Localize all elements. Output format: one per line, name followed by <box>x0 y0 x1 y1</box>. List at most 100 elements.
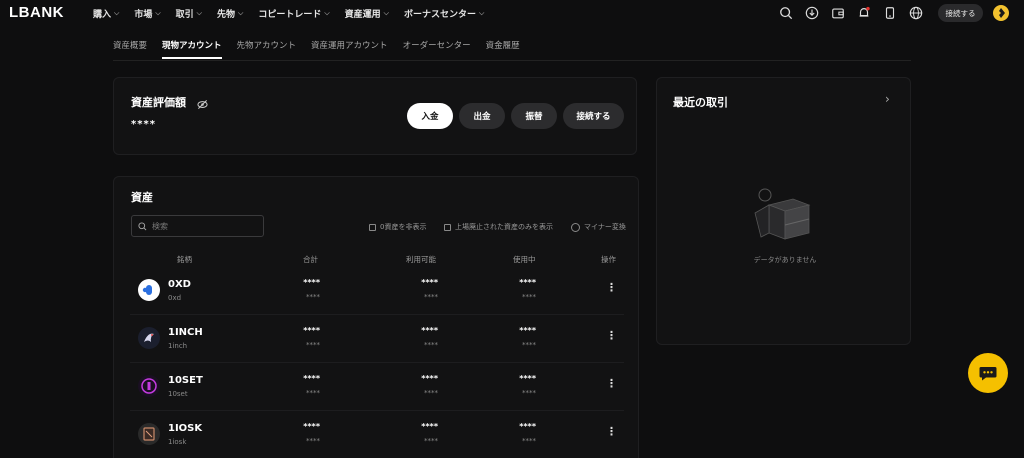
in-use-value: **** <box>519 422 536 431</box>
available-sub: **** <box>424 341 438 349</box>
valuation-card: 資産評価額 **** <box>113 77 637 155</box>
coin-name: 10set <box>168 390 188 398</box>
account-tabs: 資産概要 現物アカウント 先物アカウント 資産運用アカウント オーダーセンター … <box>113 39 535 59</box>
table-row: 0XD 0xd **** **** **** **** **** **** ⋮ <box>130 267 624 315</box>
available-value: **** <box>421 374 438 383</box>
total-value: **** <box>303 422 320 431</box>
menu-trade[interactable]: 取引 ⌵ <box>176 7 202 20</box>
menu-earn[interactable]: 資産運用 ⌵ <box>345 7 389 20</box>
valuation-value: **** <box>131 119 156 130</box>
empty-box-icon <box>751 183 817 249</box>
coin-name: 1inch <box>168 342 188 350</box>
tab-fund-history[interactable]: 資金履歴 <box>486 39 520 59</box>
coin-symbol: 0XD <box>168 279 191 290</box>
eye-hidden-icon[interactable] <box>197 95 208 109</box>
avatar[interactable] <box>993 5 1009 21</box>
top-navbar: LBANK 購入 ⌵ 市場 ⌵ 取引 ⌵ 先物 ⌵ コピートレード ⌵ 資産運用 ⌵ ボーナ… <box>0 0 1024 26</box>
convert-icon <box>571 222 580 232</box>
empty-state-text: データがありません <box>753 256 817 264</box>
total-sub: **** <box>306 293 320 301</box>
table-row: 1INCH 1inch **** **** **** **** **** ***… <box>130 315 624 363</box>
more-actions-icon[interactable]: ⋮ <box>606 377 617 390</box>
menu-bonus-center[interactable]: ボーナスセンター ⌵ <box>404 7 484 20</box>
in-use-value: **** <box>519 278 536 287</box>
tab-overview[interactable]: 資産概要 <box>113 39 147 59</box>
chat-icon <box>979 367 997 381</box>
col-actions: 操作 <box>601 255 616 264</box>
recent-trades-title: 最近の取引 <box>673 96 728 109</box>
col-in-use: 使用中 <box>513 255 536 264</box>
coin-0xd-icon <box>138 279 160 301</box>
main-menu: 購入 ⌵ 市場 ⌵ 取引 ⌵ 先物 ⌵ コピートレード ⌵ 資産運用 ⌵ ボーナスセンター ⌵ <box>93 7 499 20</box>
coin-symbol: 10SET <box>168 375 203 386</box>
table-row: 1IOSK 1iosk **** **** **** **** **** ***… <box>130 411 624 458</box>
chevron-down-icon: ⌵ <box>324 9 330 17</box>
valuation-title: 資産評価額 <box>131 96 186 109</box>
in-use-value: **** <box>519 326 536 335</box>
total-sub: **** <box>306 437 320 445</box>
menu-markets[interactable]: 市場 ⌵ <box>134 7 160 20</box>
search-icon <box>138 221 147 230</box>
minor-convert-option[interactable]: マイナー変換 <box>571 222 626 232</box>
deposit-button[interactable]: 入金 <box>407 103 453 129</box>
coin-1iosk-icon <box>138 423 160 445</box>
bell-icon[interactable] <box>856 5 872 21</box>
more-actions-icon[interactable]: ⋮ <box>606 329 617 342</box>
delisted-only-option[interactable]: 上場廃止された資産のみを表示 <box>444 222 553 232</box>
in-use-value: **** <box>519 374 536 383</box>
total-value: **** <box>303 278 320 287</box>
coin-10set-icon <box>138 375 160 397</box>
available-sub: **** <box>424 293 438 301</box>
transfer-button[interactable]: 振替 <box>511 103 557 129</box>
chevron-down-icon: ⌵ <box>383 9 389 17</box>
connect-exchange-button[interactable]: 接続する <box>563 103 624 129</box>
search-input[interactable] <box>152 221 262 231</box>
in-use-sub: **** <box>522 341 536 349</box>
checkbox[interactable] <box>369 223 376 231</box>
divider <box>113 60 911 61</box>
chevron-down-icon: ⌵ <box>114 9 120 17</box>
available-value: **** <box>421 422 438 431</box>
chevron-right-icon[interactable]: › <box>885 92 890 106</box>
connect-button[interactable]: 接続する <box>938 4 983 22</box>
mobile-icon[interactable] <box>882 5 898 21</box>
available-sub: **** <box>424 389 438 397</box>
coin-symbol: 1INCH <box>168 327 203 338</box>
chevron-down-icon: ⌵ <box>196 9 202 17</box>
assets-title: 資産 <box>131 191 153 204</box>
search-icon[interactable] <box>778 5 794 21</box>
hide-zero-option[interactable]: 0資産を非表示 <box>369 222 426 232</box>
col-symbol: 銘柄 <box>177 255 192 264</box>
assets-card: 資産 0資産を非表示 上場廃止された資産のみを表示 マイナー変換 銘柄 合計 利… <box>113 176 639 458</box>
available-sub: **** <box>424 437 438 445</box>
table-row: 10SET 10set **** **** **** **** **** ***… <box>130 363 624 411</box>
tab-futures-account[interactable]: 先物アカウント <box>237 39 297 59</box>
col-total: 合計 <box>303 255 318 264</box>
more-actions-icon[interactable]: ⋮ <box>606 281 617 294</box>
withdraw-button[interactable]: 出金 <box>459 103 505 129</box>
wallet-icon[interactable] <box>830 5 846 21</box>
menu-copy-trade[interactable]: コピートレード ⌵ <box>258 7 329 20</box>
nav-icons <box>768 5 924 21</box>
tab-spot-account[interactable]: 現物アカウント <box>162 39 222 59</box>
in-use-sub: **** <box>522 389 536 397</box>
chevron-down-icon: ⌵ <box>155 9 161 17</box>
coin-symbol: 1IOSK <box>168 423 203 434</box>
available-value: **** <box>421 326 438 335</box>
menu-futures[interactable]: 先物 ⌵ <box>217 7 243 20</box>
checkbox[interactable] <box>444 223 451 231</box>
total-sub: **** <box>306 389 320 397</box>
globe-icon[interactable] <box>908 5 924 21</box>
tab-earn-account[interactable]: 資産運用アカウント <box>311 39 388 59</box>
brand-logo[interactable]: LBANK <box>9 4 64 21</box>
chat-support-button[interactable] <box>968 353 1008 393</box>
asset-search[interactable] <box>131 215 264 237</box>
total-value: **** <box>303 374 320 383</box>
tab-order-center[interactable]: オーダーセンター <box>403 39 471 59</box>
more-actions-icon[interactable]: ⋮ <box>606 425 617 438</box>
chevron-down-icon: ⌵ <box>478 9 485 17</box>
menu-buy[interactable]: 購入 ⌵ <box>93 7 119 20</box>
available-value: **** <box>421 278 438 287</box>
download-icon[interactable] <box>804 5 820 21</box>
coin-name: 0xd <box>168 294 182 302</box>
